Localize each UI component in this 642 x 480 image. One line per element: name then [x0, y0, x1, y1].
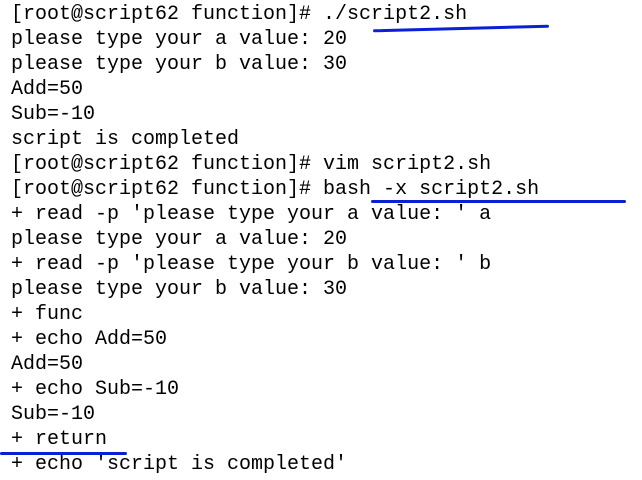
terminal-line: Sub=-10 — [11, 403, 96, 426]
annotation-underline — [371, 200, 626, 203]
terminal-line: Add=50 — [11, 78, 84, 101]
terminal-line: please type your a value: 20 — [11, 28, 348, 51]
annotation-underline — [0, 452, 127, 455]
terminal-line: + return — [11, 428, 108, 451]
terminal-line: please type your b value: 30 — [11, 53, 348, 76]
terminal-line: Sub=-10 — [11, 103, 96, 126]
terminal-line: please type your b value: 30 — [11, 278, 348, 301]
terminal-line: [root@script62 function]# ./script2.sh — [11, 3, 468, 26]
terminal-line: + echo 'script is completed' — [11, 453, 348, 476]
terminal-line: + read -p 'please type your a value: ' a — [11, 203, 492, 226]
terminal-line: please type your a value: 20 — [11, 228, 348, 251]
terminal-line: [root@script62 function]# bash -x script… — [11, 178, 540, 201]
terminal-window[interactable]: [root@script62 function]# ./script2.sh p… — [0, 0, 642, 480]
terminal-line: script is completed — [11, 128, 240, 151]
terminal-line: + echo Sub=-10 — [11, 378, 180, 401]
terminal-line: [root@script62 function]# vim script2.sh — [11, 153, 492, 176]
terminal-line: + echo Add=50 — [11, 328, 168, 351]
terminal-line: Add=50 — [11, 353, 84, 376]
terminal-line: + func — [11, 303, 84, 326]
terminal-line: + read -p 'please type your b value: ' b — [11, 253, 492, 276]
